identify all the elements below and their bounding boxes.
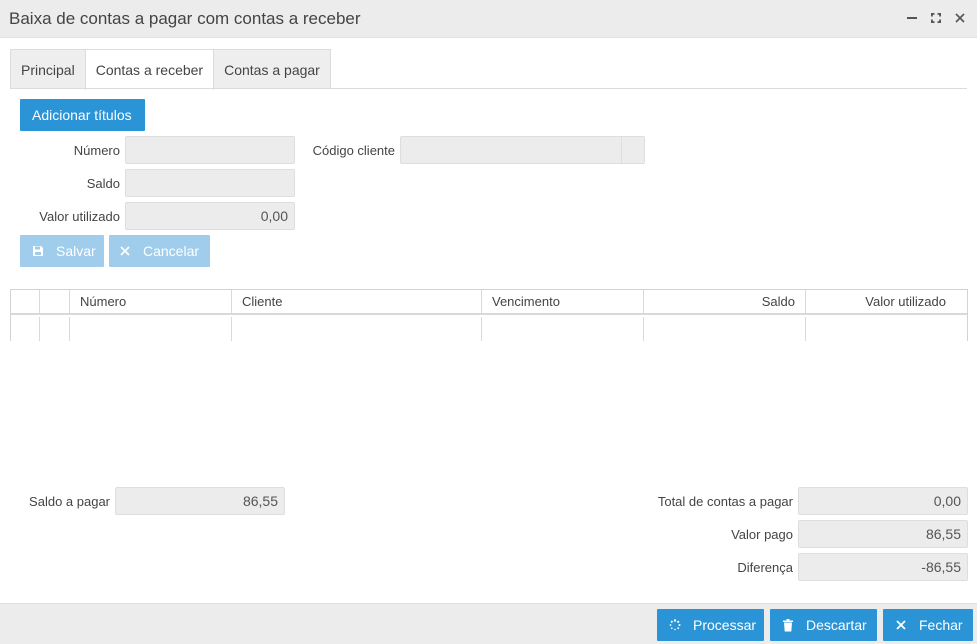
grid-header-cell[interactable] [40,290,70,313]
codigo-cliente-field[interactable] [400,136,622,164]
valor-pago-field[interactable]: 86,55 [798,520,968,548]
tab-contas-a-pagar[interactable]: Contas a pagar [213,49,331,89]
discard-button[interactable]: Descartar [770,609,877,641]
x-icon [117,243,133,259]
valor-utilizado-field[interactable]: 0,00 [125,202,295,230]
codigo-cliente-lookup-button[interactable] [621,136,645,164]
grid-cell [482,317,644,341]
save-button[interactable]: Salvar [20,235,104,267]
spinner-icon [667,617,683,633]
cancel-label: Cancelar [143,243,200,259]
saldo-a-pagar-label: Saldo a pagar [29,494,110,509]
close-button[interactable]: Fechar [883,609,973,641]
codigo-cliente-label: Código cliente [312,143,395,158]
grid-header-vencimento[interactable]: Vencimento [482,290,644,313]
tab-bar: Principal Contas a receber Contas a paga… [10,49,331,90]
window-title: Baixa de contas a pagar com contas a rec… [9,9,361,28]
grid-cell [806,317,967,341]
grid-empty-row [11,317,967,341]
saldo-a-pagar-field[interactable]: 86,55 [115,487,285,515]
grid-cell [40,317,70,341]
cancel-button[interactable]: Cancelar [109,235,210,267]
add-titles-label: Adicionar títulos [32,107,132,123]
diferenca-label: Diferença [737,560,793,575]
total-contas-a-pagar-field[interactable]: 0,00 [798,487,968,515]
tab-principal[interactable]: Principal [10,49,86,89]
grid-header-numero[interactable]: Número [70,290,232,313]
saldo-label: Saldo [86,176,120,191]
trash-icon [780,617,796,633]
grid-header-valor-utilizado[interactable]: Valor utilizado [806,290,967,313]
close-label: Fechar [919,617,963,633]
save-icon [30,243,46,259]
numero-label: Número [73,143,120,158]
numero-field[interactable] [125,136,295,164]
grid-cell [644,317,806,341]
tab-divider [10,88,967,89]
discard-label: Descartar [806,617,867,633]
close-icon[interactable] [953,10,967,26]
grid-header-cell[interactable] [11,290,40,313]
tab-contas-a-receber[interactable]: Contas a receber [84,49,215,90]
titles-grid: Número Cliente Vencimento Saldo Valor ut… [10,289,968,341]
valor-utilizado-label: Valor utilizado [39,209,120,224]
window-titlebar: Baixa de contas a pagar com contas a rec… [0,0,977,38]
grid-cell [11,317,40,341]
diferenca-field[interactable]: -86,55 [798,553,968,581]
total-contas-a-pagar-label: Total de contas a pagar [657,494,793,509]
valor-pago-label: Valor pago [731,527,793,542]
grid-header-cliente[interactable]: Cliente [232,290,482,313]
process-label: Processar [693,617,757,633]
process-button[interactable]: Processar [657,609,764,641]
minimize-icon[interactable] [905,10,919,26]
grid-cell [70,317,232,341]
maximize-icon[interactable] [929,10,943,26]
grid-header-row: Número Cliente Vencimento Saldo Valor ut… [11,290,967,315]
grid-header-saldo[interactable]: Saldo [644,290,806,313]
grid-cell [232,317,482,341]
save-label: Salvar [56,243,96,259]
saldo-field[interactable] [125,169,295,197]
window-controls [905,10,967,26]
x-icon [893,617,909,633]
add-titles-button[interactable]: Adicionar títulos [20,99,145,131]
